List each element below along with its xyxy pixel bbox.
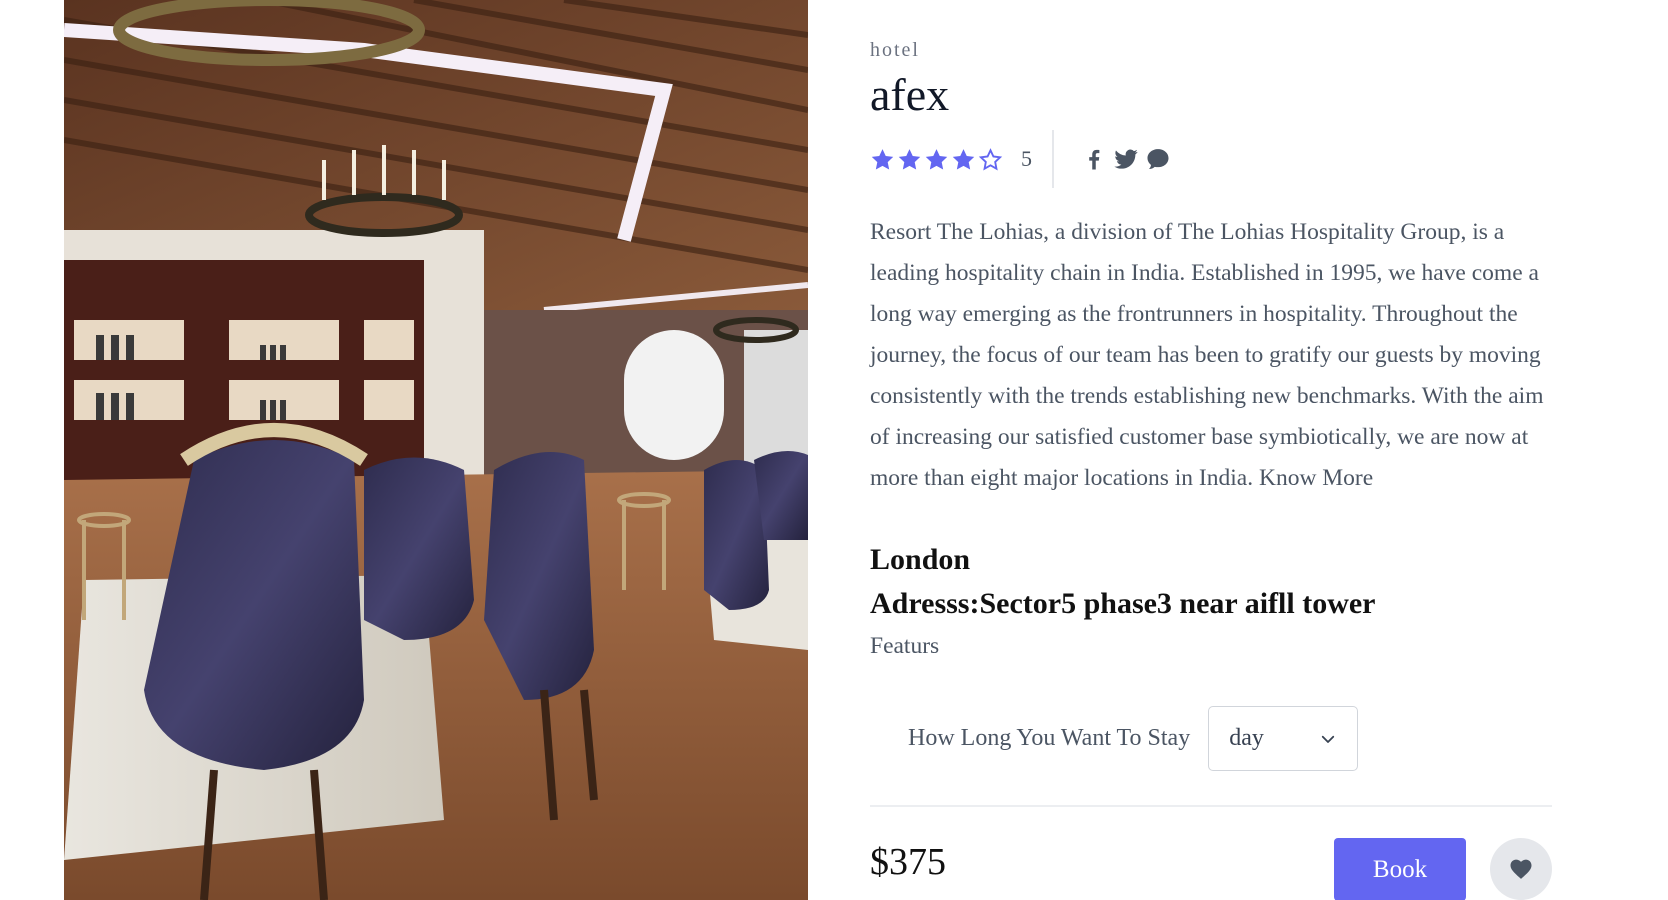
- social-links: [1080, 145, 1172, 173]
- chevron-down-icon: [1322, 735, 1335, 743]
- star-empty-icon: [978, 147, 1003, 172]
- category-label: hotel: [870, 39, 920, 61]
- city-label: London: [870, 543, 971, 576]
- favorite-button[interactable]: [1490, 838, 1552, 900]
- facebook-icon[interactable]: [1080, 145, 1108, 173]
- star-filled-icon: [870, 147, 895, 172]
- stay-duration-label: How Long You Want To Stay: [908, 725, 1191, 751]
- features-label: Featurs: [870, 633, 940, 659]
- rating-divider: [1052, 130, 1054, 188]
- heart-icon: [1510, 859, 1532, 879]
- hotel-details: hotel afex 5 Resort The Lohias, a divisi…: [870, 0, 1552, 900]
- stay-duration-value: day: [1229, 725, 1264, 751]
- stay-duration-row: How Long You Want To Stay day: [908, 706, 1359, 771]
- section-divider: [870, 805, 1552, 807]
- star-rating: [870, 147, 1003, 172]
- hotel-photo: [64, 0, 808, 900]
- hotel-name: afex: [870, 69, 950, 120]
- chat-bubble-icon[interactable]: [1144, 145, 1172, 173]
- star-filled-icon: [924, 147, 949, 172]
- know-more-link[interactable]: Know More: [1259, 465, 1373, 491]
- book-button[interactable]: Book: [1334, 838, 1466, 900]
- star-filled-icon: [951, 147, 976, 172]
- star-filled-icon: [897, 147, 922, 172]
- address-label: Adresss:Sector5 phase3 near aifll tower: [870, 587, 1376, 620]
- rating-row: 5: [870, 130, 1190, 188]
- rating-count: 5: [1021, 146, 1032, 171]
- price-label: $375: [870, 841, 946, 883]
- hotel-description: Resort The Lohias, a division of The Loh…: [870, 212, 1550, 499]
- stay-duration-select[interactable]: day: [1208, 706, 1359, 771]
- twitter-icon[interactable]: [1112, 145, 1140, 173]
- description-text: Resort The Lohias, a division of The Loh…: [870, 219, 1544, 491]
